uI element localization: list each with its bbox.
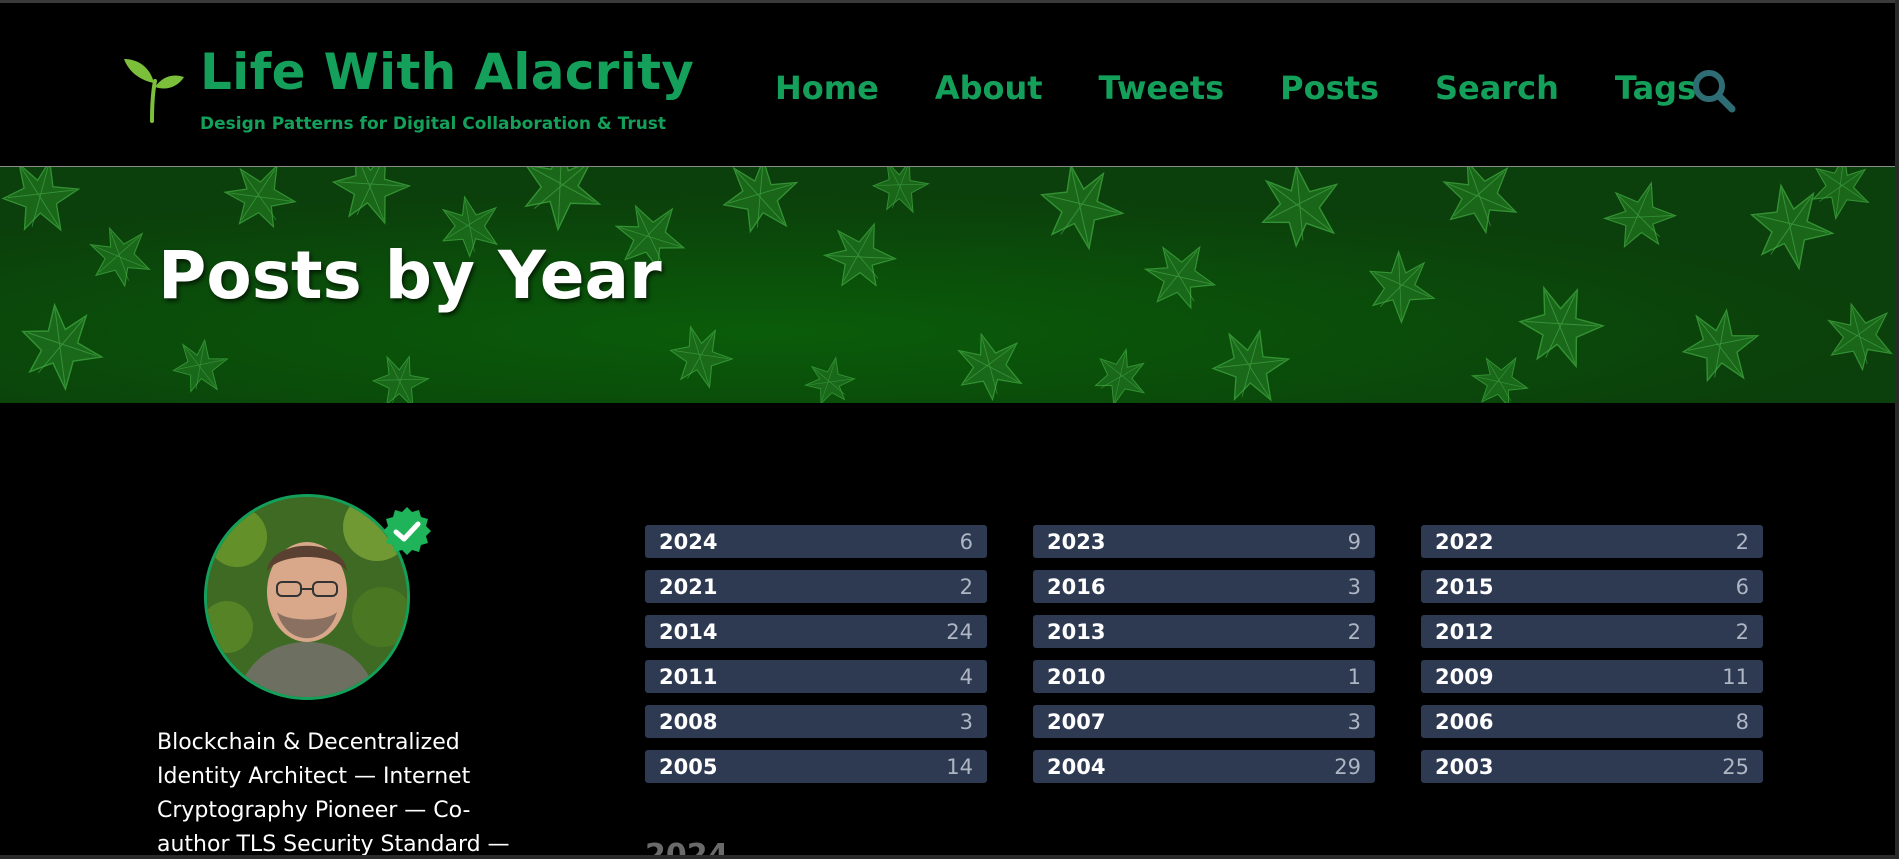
year-label: 2015 (1435, 574, 1494, 599)
post-count: 3 (1347, 709, 1361, 734)
nav-home[interactable]: Home (775, 69, 879, 107)
year-label: 2023 (1047, 529, 1106, 554)
nav-search[interactable]: Search (1435, 69, 1559, 107)
search-icon[interactable] (1690, 67, 1736, 113)
year-link-2024[interactable]: 2024 6 (645, 525, 987, 558)
author-bio: Blockchain & Decentralized Identity Arch… (157, 730, 510, 857)
post-count: 3 (1347, 574, 1361, 599)
year-link-2012[interactable]: 2012 2 (1421, 615, 1763, 648)
post-count: 6 (959, 529, 973, 554)
post-count: 2 (1347, 619, 1361, 644)
window-bottom-border (0, 855, 1899, 859)
year-link-2016[interactable]: 2016 3 (1033, 570, 1375, 603)
year-label: 2009 (1435, 664, 1494, 689)
year-label: 2004 (1047, 754, 1106, 779)
year-link-2022[interactable]: 2022 2 (1421, 525, 1763, 558)
year-label: 2006 (1435, 709, 1494, 734)
year-label: 2008 (659, 709, 718, 734)
year-link-2010[interactable]: 2010 1 (1033, 660, 1375, 693)
post-count: 4 (959, 664, 973, 689)
year-link-2007[interactable]: 2007 3 (1033, 705, 1375, 738)
nav-tags[interactable]: Tags (1615, 69, 1696, 107)
post-count: 3 (959, 709, 973, 734)
year-link-2014[interactable]: 2014 24 (645, 615, 987, 648)
post-count: 1 (1347, 664, 1361, 689)
year-link-2006[interactable]: 2006 8 (1421, 705, 1763, 738)
year-label: 2007 (1047, 709, 1106, 734)
avatar-portrait (207, 497, 407, 697)
site-tagline: Design Patterns for Digital Collaboratio… (200, 114, 667, 134)
nav-posts[interactable]: Posts (1280, 69, 1379, 107)
year-label: 2012 (1435, 619, 1494, 644)
year-label: 2024 (659, 529, 718, 554)
year-link-2009[interactable]: 2009 11 (1421, 660, 1763, 693)
year-label: 2013 (1047, 619, 1106, 644)
post-count: 2 (959, 574, 973, 599)
window-right-border (1895, 0, 1899, 859)
verified-check-icon (383, 507, 431, 555)
year-link-2011[interactable]: 2011 4 (645, 660, 987, 693)
site-header: Life With Alacrity Design Patterns for D… (0, 3, 1899, 167)
hero-banner: Posts by Year (0, 167, 1899, 403)
main-nav: Home About Tweets Posts Search Tags (775, 69, 1752, 107)
post-count: 6 (1735, 574, 1749, 599)
year-link-2023[interactable]: 2023 9 (1033, 525, 1375, 558)
year-link-2005[interactable]: 2005 14 (645, 750, 987, 783)
nav-tweets[interactable]: Tweets (1099, 69, 1225, 107)
year-label: 2003 (1435, 754, 1494, 779)
avatar[interactable] (204, 494, 410, 700)
page-title: Posts by Year (158, 237, 662, 314)
year-label: 2016 (1047, 574, 1106, 599)
year-link-2013[interactable]: 2013 2 (1033, 615, 1375, 648)
post-count: 24 (946, 619, 973, 644)
post-count: 11 (1722, 664, 1749, 689)
year-link-2015[interactable]: 2015 6 (1421, 570, 1763, 603)
year-link-2003[interactable]: 2003 25 (1421, 750, 1763, 783)
year-label: 2010 (1047, 664, 1106, 689)
year-link-2021[interactable]: 2021 2 (645, 570, 987, 603)
year-label: 2021 (659, 574, 718, 599)
site-title[interactable]: Life With Alacrity (200, 43, 694, 101)
post-count: 25 (1722, 754, 1749, 779)
nav-about[interactable]: About (935, 69, 1043, 107)
year-label: 2005 (659, 754, 718, 779)
year-label: 2014 (659, 619, 718, 644)
post-count: 2 (1735, 529, 1749, 554)
post-count: 9 (1347, 529, 1361, 554)
year-label: 2022 (1435, 529, 1494, 554)
post-count: 8 (1735, 709, 1749, 734)
post-count: 2 (1735, 619, 1749, 644)
post-count: 14 (946, 754, 973, 779)
page: Life With Alacrity Design Patterns for D… (0, 0, 1899, 859)
year-link-2004[interactable]: 2004 29 (1033, 750, 1375, 783)
year-grid: 2024 6 2023 9 2022 2 2021 2 2016 3 2015 6 2014… (645, 525, 1763, 783)
year-label: 2011 (659, 664, 718, 689)
post-count: 29 (1334, 754, 1361, 779)
sprout-icon[interactable] (122, 53, 186, 123)
year-link-2008[interactable]: 2008 3 (645, 705, 987, 738)
